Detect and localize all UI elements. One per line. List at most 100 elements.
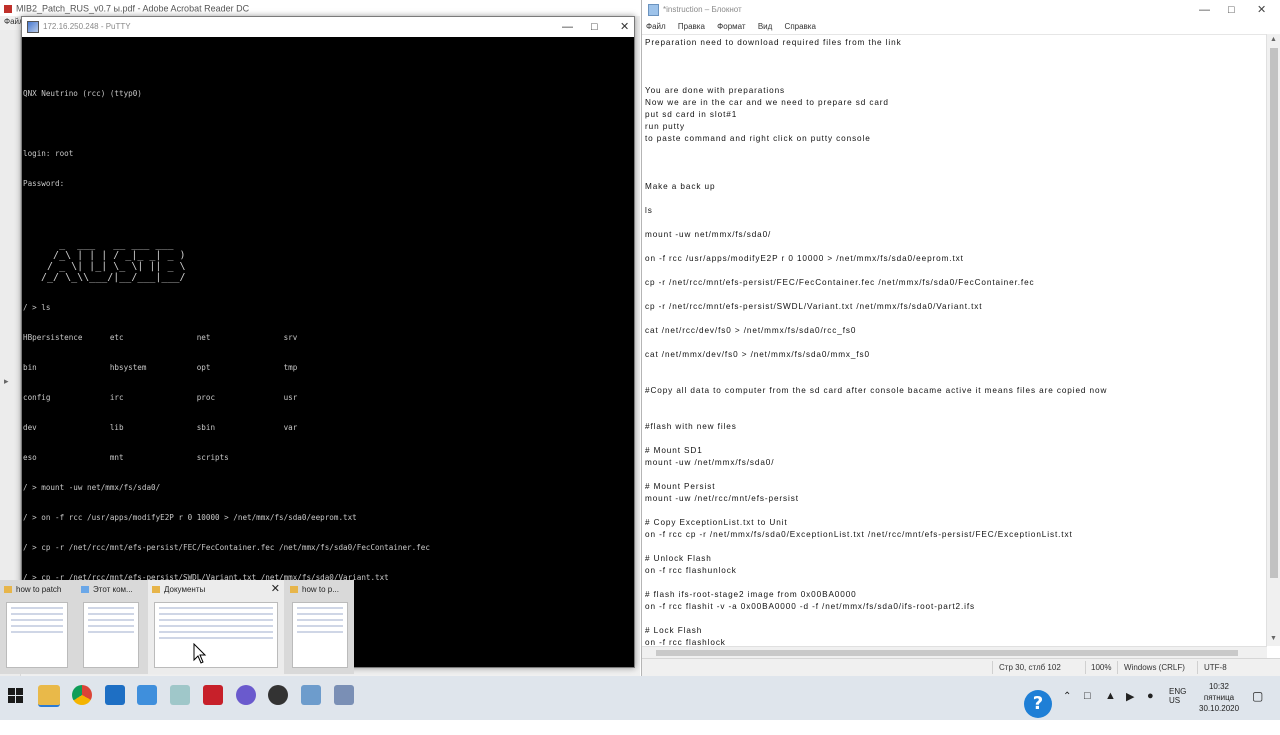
notepad-line: Preparation need to download required fi… (645, 38, 902, 47)
close-icon[interactable]: ✕ (620, 17, 629, 37)
notepad-line: on -f rcc /usr/apps/modifyE2P r 0 10000 … (645, 254, 964, 263)
notepad-line: cp -r /net/rcc/mnt/efs-persist/SWDL/Vari… (645, 302, 983, 311)
putty-titlebar[interactable]: 172.16.250.248 - PuTTY — □ ✕ (22, 17, 634, 37)
notepad-line: cat /net/mmx/dev/fs0 > /net/mmx/fs/sda0/… (645, 350, 870, 359)
sidebar-expand-arrow-icon[interactable]: ▸ (4, 376, 9, 387)
notepad-line: on -f rcc flashit -v -a 0x00BA0000 -d -f… (645, 602, 976, 611)
clock[interactable]: 10:32 пятница 30.10.2020 (1199, 681, 1239, 725)
vertical-scrollbar[interactable]: ▲ ▼ (1266, 34, 1280, 646)
language-code: ENG (1169, 687, 1187, 696)
thumbnail-label: how to p... (302, 585, 339, 594)
menu-view[interactable]: Вид (758, 22, 772, 31)
terminal-line: / > mount -uw net/mmx/fs/sda0/ (23, 483, 161, 492)
mail-icon[interactable] (137, 685, 157, 705)
acrobat-icon[interactable] (203, 685, 223, 705)
notepad-line: mount -uw net/mmx/fs/sda0/ (645, 230, 772, 239)
notepad-line: #Copy all data to computer from the sd c… (645, 386, 1108, 395)
notepad-line: on -f rcc flashunlock (645, 566, 737, 575)
folder-icon (152, 586, 160, 594)
app-icon[interactable] (170, 685, 190, 705)
notepad-title: *instruction – Блокнот (663, 5, 742, 14)
notepad-line: # Copy ExceptionList.txt to Unit (645, 518, 788, 527)
notepad-line: mount -uw /net/mmx/fs/sda0/ (645, 458, 775, 467)
close-thumbnail-icon[interactable]: ✕ (271, 582, 280, 595)
terminal-line: HBpersistence etc net srv (23, 333, 298, 342)
taskbar: ⌃ □ ▲ ▶ ● ENG US 10:32 пятница 30.10.2020 ▢ (0, 676, 1280, 720)
menu-edit[interactable]: Правка (678, 22, 705, 31)
clock-day: пятница (1203, 693, 1235, 702)
file-explorer-icon[interactable] (38, 685, 60, 707)
terminal-line: bin hbsystem opt tmp (23, 363, 298, 372)
thumbnail-label: how to patch (16, 585, 62, 594)
folder-icon (4, 586, 12, 594)
thumbnail-label: Этот ком... (93, 585, 133, 594)
acrobat-app-icon (4, 4, 12, 13)
terminal-line: / > ls (23, 303, 51, 312)
show-hidden-icons-icon[interactable]: ⌃ (1063, 691, 1071, 735)
terminal-line: / > cp -r /net/rcc/mnt/efs-persist/FEC/F… (23, 543, 430, 552)
terminal-line: / > on -f rcc /usr/apps/modifyE2P r 0 10… (23, 513, 357, 522)
thumbnail-how-to-p[interactable]: how to p... (286, 580, 354, 674)
minimize-icon[interactable]: — (1199, 0, 1210, 20)
help-icon[interactable]: ? (1024, 690, 1052, 718)
volume-icon[interactable]: ▶ (1126, 690, 1134, 734)
taskbar-thumbnail-popup: how to patch Этот ком... Документы ✕ how… (0, 580, 354, 674)
thumbnail-caption: Этот ком... (81, 585, 133, 594)
status-separator (1197, 661, 1198, 674)
horizontal-scroll-thumb[interactable] (656, 650, 1238, 656)
acrobat-titlebar[interactable]: MIB2_Patch_RUS_v0.7 ы.pdf - Adobe Acroba… (0, 0, 640, 16)
computer-icon (81, 586, 89, 594)
language-indicator[interactable]: ENG US (1169, 687, 1186, 731)
maximize-icon[interactable]: □ (591, 17, 598, 37)
thumbnail-preview (154, 602, 278, 668)
notepad-text-area[interactable]: Preparation need to download required fi… (642, 34, 1267, 647)
notepad-line: cp -r /net/rcc/mnt/efs-persist/FEC/FecCo… (645, 278, 1035, 287)
terminal-line: config irc proc usr (23, 393, 298, 402)
terminal-line: login: root (23, 149, 74, 158)
notepad-line: # Unlock Flash (645, 554, 712, 563)
thumbnail-caption: how to p... (290, 585, 339, 594)
minimize-icon[interactable]: — (562, 17, 573, 37)
notepad-line: # Lock Flash (645, 626, 703, 635)
mouse-pointer-icon (193, 643, 207, 664)
thumbnail-this-computer[interactable]: Этот ком... (77, 580, 147, 674)
chrome-icon[interactable] (72, 685, 92, 705)
battery-icon[interactable]: □ (1084, 690, 1091, 734)
line-endings: Windows (CRLF) (1124, 663, 1185, 672)
notepad-line: run putty (645, 122, 685, 131)
notepad-line: # Mount SD1 (645, 446, 703, 455)
menu-file[interactable]: Файл (646, 22, 666, 31)
windows-start-icon[interactable] (8, 688, 24, 704)
language-region: US (1169, 696, 1181, 705)
maximize-icon[interactable]: □ (1228, 0, 1235, 20)
cursor-position: Стр 30, стлб 102 (999, 663, 1061, 672)
audi-ascii-banner: _ ___ __ ___ ___ /_\ | | | / _|_ _| _ ) … (41, 239, 186, 283)
menu-help[interactable]: Справка (785, 22, 816, 31)
outlook-icon[interactable] (105, 685, 125, 705)
notifications-icon[interactable]: ▢ (1252, 689, 1263, 733)
microphone-icon[interactable]: ● (1147, 690, 1154, 734)
notepad-taskbar-icon[interactable] (301, 685, 321, 705)
menu-format[interactable]: Формат (717, 22, 745, 31)
notepad-titlebar[interactable]: *instruction – Блокнот — □ ✕ (642, 0, 1280, 20)
vertical-scroll-thumb[interactable] (1270, 48, 1278, 578)
notepad-line: cat /net/rcc/dev/fs0 > /net/mmx/fs/sda0/… (645, 326, 857, 335)
notepad-line: You are done with preparations (645, 86, 786, 95)
app-circle-icon[interactable] (268, 685, 288, 705)
close-icon[interactable]: ✕ (1257, 0, 1266, 20)
thumbnail-documents[interactable]: Документы ✕ (148, 580, 284, 674)
firefox-icon[interactable] (236, 685, 256, 705)
scroll-up-icon[interactable]: ▲ (1270, 36, 1277, 43)
putty-terminal[interactable]: QNX Neutrino (rcc) (ttyp0) login: root P… (22, 37, 634, 667)
putty-taskbar-icon[interactable] (334, 685, 354, 705)
notepad-line: ls (645, 206, 653, 215)
thumbnail-label: Документы (164, 585, 206, 594)
thumbnail-how-to-patch[interactable]: how to patch (0, 580, 76, 674)
network-icon[interactable]: ▲ (1105, 690, 1116, 734)
scroll-down-icon[interactable]: ▼ (1270, 635, 1277, 642)
notepad-line: to paste command and right click on putt… (645, 134, 871, 143)
clock-date: 30.10.2020 (1199, 704, 1240, 713)
